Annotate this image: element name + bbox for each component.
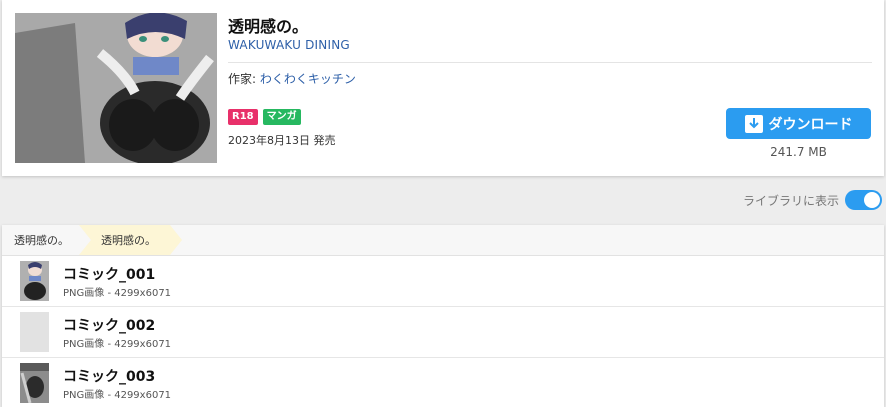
breadcrumb-label: 透明感の。 (101, 234, 156, 247)
author-line: 作家: わくわくキッチン (228, 70, 356, 87)
file-name: コミック_003 (63, 369, 156, 385)
file-thumbnail (20, 363, 49, 403)
product-card: 透明感の。 WAKUWAKU DINING 作家: わくわくキッチン R18 マ… (2, 0, 884, 176)
file-panel: 透明感の。 透明感の。 コミック_001 PNG画像 - 4299x6071 コ… (2, 225, 884, 407)
file-row[interactable]: コミック_003 PNG画像 - 4299x6071 (2, 358, 884, 407)
breadcrumb: 透明感の。 透明感の。 (2, 225, 884, 256)
breadcrumb-separator (170, 225, 182, 255)
file-meta: PNG画像 - 4299x6071 (63, 339, 172, 350)
toggle-knob (864, 192, 880, 208)
file-size: 241.7 MB (770, 145, 827, 159)
tag-r18[interactable]: R18 (228, 109, 258, 125)
circle-name[interactable]: WAKUWAKU DINING (228, 38, 350, 52)
divider (228, 62, 872, 63)
tag-manga[interactable]: マンガ (262, 109, 301, 125)
file-thumbnail (20, 261, 49, 301)
work-title: 透明感の。 (228, 17, 309, 36)
file-meta: PNG画像 - 4299x6071 (63, 288, 172, 299)
library-toggle-row: ライブラリに表示 (743, 190, 882, 210)
file-name: コミック_002 (63, 318, 156, 334)
breadcrumb-label: 透明感の。 (14, 234, 69, 247)
release-date: 2023年8月13日 発売 (228, 134, 336, 147)
breadcrumb-separator (79, 225, 91, 255)
cover-image[interactable] (15, 13, 217, 163)
tag-list: R18 マンガ (228, 109, 301, 125)
library-toggle[interactable] (845, 190, 882, 210)
breadcrumb-filler (170, 225, 884, 255)
library-label: ライブラリに表示 (742, 193, 839, 208)
author-link[interactable]: わくわくキッチン (260, 72, 356, 86)
file-meta: PNG画像 - 4299x6071 (63, 390, 172, 401)
download-icon (744, 114, 763, 133)
cover-illustration (15, 13, 217, 163)
file-name: コミック_001 (63, 267, 156, 283)
breadcrumb-item-root[interactable]: 透明感の。 (2, 225, 91, 255)
file-thumbnail (20, 312, 49, 352)
download-label: ダウンロード (768, 116, 853, 133)
download-button[interactable]: ダウンロード (726, 108, 871, 139)
file-row[interactable]: コミック_002 PNG画像 - 4299x6071 (2, 307, 884, 358)
file-row[interactable]: コミック_001 PNG画像 - 4299x6071 (2, 256, 884, 307)
breadcrumb-item-current[interactable]: 透明感の。 (79, 225, 182, 255)
author-label: 作家: (228, 72, 257, 86)
